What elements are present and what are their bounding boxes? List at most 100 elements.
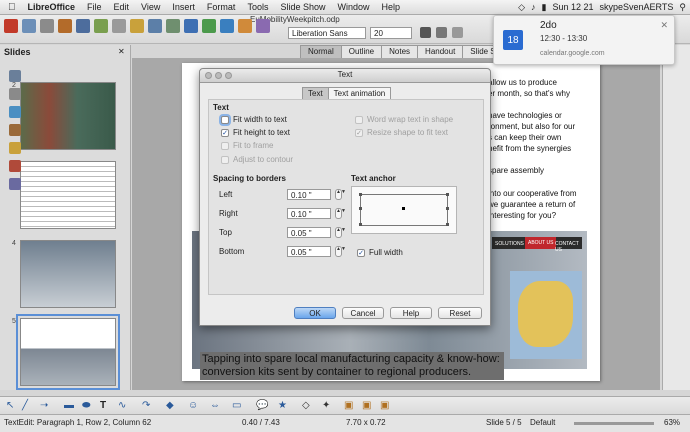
functions-icon[interactable] <box>9 178 21 190</box>
callout-icon[interactable]: 💬 <box>256 400 268 411</box>
slide-thumbnail-5[interactable] <box>16 314 120 390</box>
anchor-center[interactable] <box>402 207 405 210</box>
slide-thumbnail-3[interactable] <box>20 161 116 229</box>
table-icon[interactable] <box>184 19 198 33</box>
open-icon[interactable] <box>22 19 36 33</box>
fit-width-checkbox[interactable] <box>221 116 229 124</box>
reset-button[interactable]: Reset <box>438 307 482 319</box>
fit-frame-checkbox[interactable] <box>221 142 229 150</box>
user-name[interactable]: skypeSvenAERTS <box>600 2 674 12</box>
dialog-titlebar[interactable]: Text <box>200 69 490 83</box>
menu-window[interactable]: Window <box>331 2 375 12</box>
spacing-bottom-stepper[interactable]: ▲▼ <box>335 246 346 257</box>
spellcheck-icon[interactable] <box>76 19 90 33</box>
spacing-top-field[interactable]: 0.05 " <box>287 227 331 238</box>
full-width-checkbox[interactable]: ✓ <box>357 249 365 257</box>
apple-menu-icon[interactable]:  <box>0 2 22 13</box>
menu-edit[interactable]: Edit <box>108 2 136 12</box>
menu-insert[interactable]: Insert <box>166 2 201 12</box>
fit-height-checkbox[interactable]: ✓ <box>221 129 229 137</box>
curve-icon[interactable]: ∿ <box>118 400 126 411</box>
spacing-right-stepper[interactable]: ▲▼ <box>335 208 346 219</box>
arrow-line-icon[interactable]: ➝ <box>40 400 48 411</box>
underline-icon[interactable] <box>452 27 463 38</box>
glue-points-icon[interactable]: ✦ <box>322 400 330 411</box>
pdf-export-icon[interactable] <box>4 19 18 33</box>
anchor-middle-left[interactable] <box>359 207 362 210</box>
smiley-shape-icon[interactable]: ☺ <box>188 400 198 411</box>
spacing-bottom-field[interactable]: 0.05 " <box>287 246 331 257</box>
diamond-shape-icon[interactable]: ◆ <box>166 400 174 411</box>
spacing-left-stepper[interactable]: ▲▼ <box>335 189 346 200</box>
animation-icon[interactable] <box>9 106 21 118</box>
cancel-button[interactable]: Cancel <box>342 307 384 319</box>
from-file-icon[interactable]: ▣ <box>362 400 371 411</box>
menu-view[interactable]: View <box>135 2 166 12</box>
font-size-box[interactable]: 20 <box>370 27 412 39</box>
block-arrow-icon[interactable]: ⇔ <box>210 400 220 411</box>
transition-icon[interactable] <box>9 142 21 154</box>
save-icon[interactable] <box>40 19 54 33</box>
anchor-bottom-right[interactable] <box>446 223 449 226</box>
close-icon[interactable]: ✕ <box>660 20 668 31</box>
chart-icon[interactable] <box>220 19 234 33</box>
slide-layout[interactable]: Default <box>530 418 555 427</box>
tab-handout[interactable]: Handout <box>418 45 464 59</box>
spacing-left-field[interactable]: 0.10 " <box>287 189 331 200</box>
line-icon[interactable]: ╱ <box>22 400 28 411</box>
battery-icon[interactable]: ▮ <box>542 2 547 13</box>
volume-icon[interactable]: ♪ <box>531 2 536 12</box>
menu-app[interactable]: LibreOffice <box>22 2 82 12</box>
menu-tools[interactable]: Tools <box>241 2 274 12</box>
connector-icon[interactable]: ↷ <box>142 400 150 411</box>
paste-icon[interactable] <box>130 19 144 33</box>
selected-caption-textbox[interactable]: Tapping into spare local manufacturing c… <box>200 352 504 380</box>
menu-help[interactable]: Help <box>376 2 407 12</box>
spacing-top-stepper[interactable]: ▲▼ <box>335 227 346 238</box>
close-icon[interactable]: ✕ <box>118 47 125 56</box>
copy-icon[interactable] <box>112 19 126 33</box>
star-shape-icon[interactable]: ★ <box>278 400 287 411</box>
spotlight-icon[interactable]: ⚲ <box>679 2 686 13</box>
navigator-icon[interactable] <box>9 160 21 172</box>
master-slides-icon[interactable] <box>9 88 21 100</box>
media-icon[interactable] <box>238 19 252 33</box>
spacing-right-field[interactable]: 0.10 " <box>287 208 331 219</box>
anchor-middle-right[interactable] <box>446 207 449 210</box>
cut-icon[interactable] <box>94 19 108 33</box>
fontwork-icon[interactable] <box>256 19 270 33</box>
menu-format[interactable]: Format <box>201 2 242 12</box>
adjust-contour-checkbox[interactable] <box>221 156 229 164</box>
gallery-icon[interactable] <box>9 124 21 136</box>
tab-outline[interactable]: Outline <box>341 45 383 59</box>
help-button[interactable]: Help <box>390 307 432 319</box>
rectangle-icon[interactable]: ▬ <box>64 400 74 411</box>
tab-normal[interactable]: Normal <box>300 45 342 59</box>
text-box-icon[interactable]: T <box>100 400 106 411</box>
wifi-icon[interactable]: ◇ <box>518 2 525 13</box>
gallery-insert-icon[interactable]: ▣ <box>380 400 389 411</box>
flowchart-icon[interactable]: ▭ <box>232 400 241 411</box>
anchor-bottom-left[interactable] <box>359 223 362 226</box>
image-icon[interactable] <box>202 19 216 33</box>
font-name-box[interactable]: Liberation Sans <box>288 27 366 39</box>
tab-notes[interactable]: Notes <box>382 45 419 59</box>
zoom-level[interactable]: 63% <box>664 418 680 427</box>
ok-button[interactable]: OK <box>294 307 336 319</box>
italic-icon[interactable] <box>436 27 447 38</box>
menu-file[interactable]: File <box>81 2 108 12</box>
word-wrap-checkbox[interactable] <box>355 116 363 124</box>
slide-thumbnail-4[interactable] <box>20 240 116 308</box>
points-icon[interactable]: ◇ <box>302 400 310 411</box>
text-anchor-selector[interactable] <box>351 186 457 234</box>
zoom-icon[interactable] <box>166 19 180 33</box>
select-arrow-icon[interactable]: ↖ <box>6 400 14 411</box>
clock[interactable]: Sun 12 21 <box>552 2 593 12</box>
calendar-notification[interactable]: 18 2do 12:30 - 13:30 calendar.google.com… <box>493 15 675 65</box>
ellipse-icon[interactable]: ⬬ <box>82 400 91 411</box>
anchor-top-right[interactable] <box>446 193 449 196</box>
properties-icon[interactable] <box>9 70 21 82</box>
print-icon[interactable] <box>58 19 72 33</box>
resize-shape-checkbox[interactable]: ✓ <box>355 129 363 137</box>
menu-slide-show[interactable]: Slide Show <box>274 2 331 12</box>
